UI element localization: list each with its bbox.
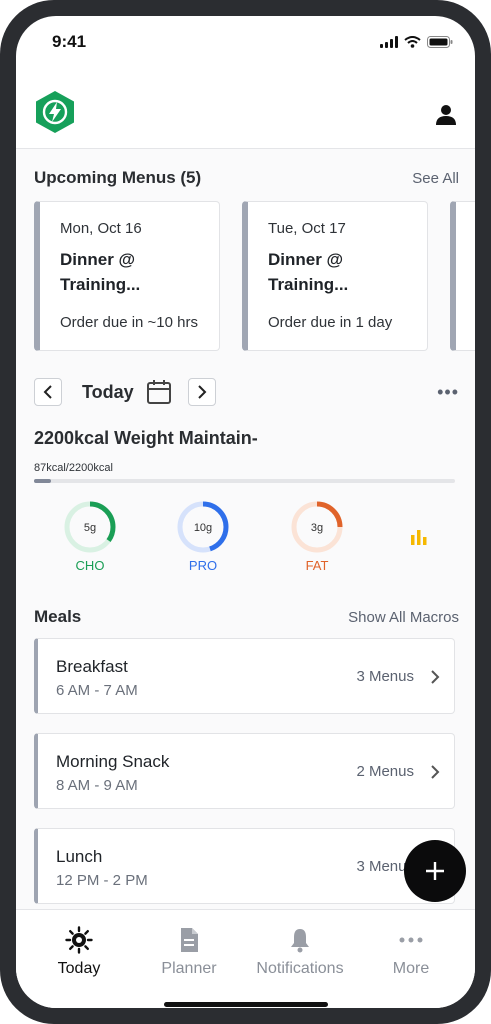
tab-label: More [392,960,430,977]
see-all-link[interactable]: See All [412,170,459,187]
menu-card-partial[interactable] [450,201,475,351]
date-navigator: Today ••• [34,378,459,410]
status-icons [380,36,453,48]
tab-more[interactable]: More [356,926,466,978]
macro-label: CHO [75,558,105,573]
menu-card[interactable]: Mon, Oct 16 Dinner @ Training... Order d… [34,201,220,351]
meal-time: 6 AM - 7 AM [56,682,138,699]
app-header [16,72,475,149]
meal-plan-title: 2200kcal Weight Maintain- [34,428,258,448]
meal-menu-count: 3 Menus [356,668,414,685]
macro-value: 10g [194,522,212,534]
show-all-macros-link[interactable]: Show All Macros [348,609,459,626]
battery-icon [427,36,453,48]
meal-row[interactable]: Lunch 12 PM - 2 PM 3 Menus [34,828,455,904]
tab-label: Planner [161,960,217,977]
macro-value: 5g [84,522,96,534]
meal-row[interactable]: Morning Snack 8 AM - 9 AM 2 Menus [34,733,455,809]
macro-fat[interactable]: 3g FAT [287,500,347,573]
meal-menu-count: 2 Menus [356,763,414,780]
macro-label: FAT [305,558,329,573]
lightning-hex-logo[interactable] [34,90,76,134]
bell-icon [291,929,309,953]
macro-ring: 5g [64,501,116,553]
calorie-progress-bar [34,479,455,483]
more-options-icon[interactable]: ••• [437,383,459,401]
previous-day-button[interactable] [34,378,62,406]
tab-planner[interactable]: Planner [134,926,244,978]
menu-card-date: Tue, Oct 17 [268,220,346,237]
chevron-left-icon [43,385,52,399]
macro-pro[interactable]: 10g PRO [173,500,233,573]
menu-card[interactable]: Tue, Oct 17 Dinner @ Training... Order d… [242,201,428,351]
meal-time: 12 PM - 2 PM [56,872,148,889]
more-dots-icon [399,937,423,943]
chevron-right-icon [198,385,207,399]
document-icon [181,928,198,952]
chevron-right-icon [431,765,440,779]
macro-label: PRO [188,558,218,573]
user-icon[interactable] [435,104,457,126]
menu-card-name: Dinner @ Training... [268,250,349,294]
macro-ring: 3g [291,501,343,553]
tab-today[interactable]: Today [24,926,134,978]
chevron-right-icon [431,670,440,684]
macro-ring: 10g [177,501,229,553]
signal-icon [380,36,398,48]
next-day-button[interactable] [188,378,216,406]
calorie-progress-text: 87kcal/2200kcal [34,462,113,474]
current-date-label: Today [82,382,134,402]
plus-icon [426,862,444,880]
wifi-icon [404,36,421,48]
calorie-progress-fill [34,479,51,483]
today-content[interactable]: Upcoming Menus (5) See All Mon, Oct 16 D… [16,149,475,925]
meals-header: Meals Show All Macros [34,607,459,627]
meal-row[interactable]: Breakfast 6 AM - 7 AM 3 Menus [34,638,455,714]
macro-value: 3g [311,522,323,534]
menu-card-due: Order due in ~10 hrs [60,314,198,331]
home-indicator[interactable] [164,1002,328,1007]
upcoming-menus-title: Upcoming Menus (5) [34,168,202,187]
meals-title: Meals [34,607,82,626]
tab-label: Notifications [256,960,344,977]
status-time: 9:41 [52,32,87,51]
menu-card-name: Dinner @ Training... [60,250,141,294]
add-button[interactable] [404,840,466,902]
bar-chart-icon[interactable] [410,529,428,545]
bottom-tab-bar: Today Planner Notifications More [16,909,475,1008]
status-bar: 9:41 [16,16,475,72]
sun-icon [65,926,93,954]
meal-name: Breakfast [56,657,128,676]
menu-card-due: Order due in 1 day [268,314,393,331]
tab-notifications[interactable]: Notifications [245,926,355,978]
meal-name: Morning Snack [56,752,170,771]
macro-cho[interactable]: 5g CHO [60,500,120,573]
meal-time: 8 AM - 9 AM [56,777,138,794]
menu-card-date: Mon, Oct 16 [60,220,142,237]
upcoming-menus-carousel[interactable]: Mon, Oct 16 Dinner @ Training... Order d… [34,201,475,351]
app-screen: 9:41 Upcoming Menus (5) See All Mon, Oct… [16,16,475,1008]
upcoming-menus-header: Upcoming Menus (5) See All [34,168,459,188]
tab-label: Today [57,960,101,977]
meal-name: Lunch [56,847,103,866]
calendar-icon[interactable] [146,379,172,405]
